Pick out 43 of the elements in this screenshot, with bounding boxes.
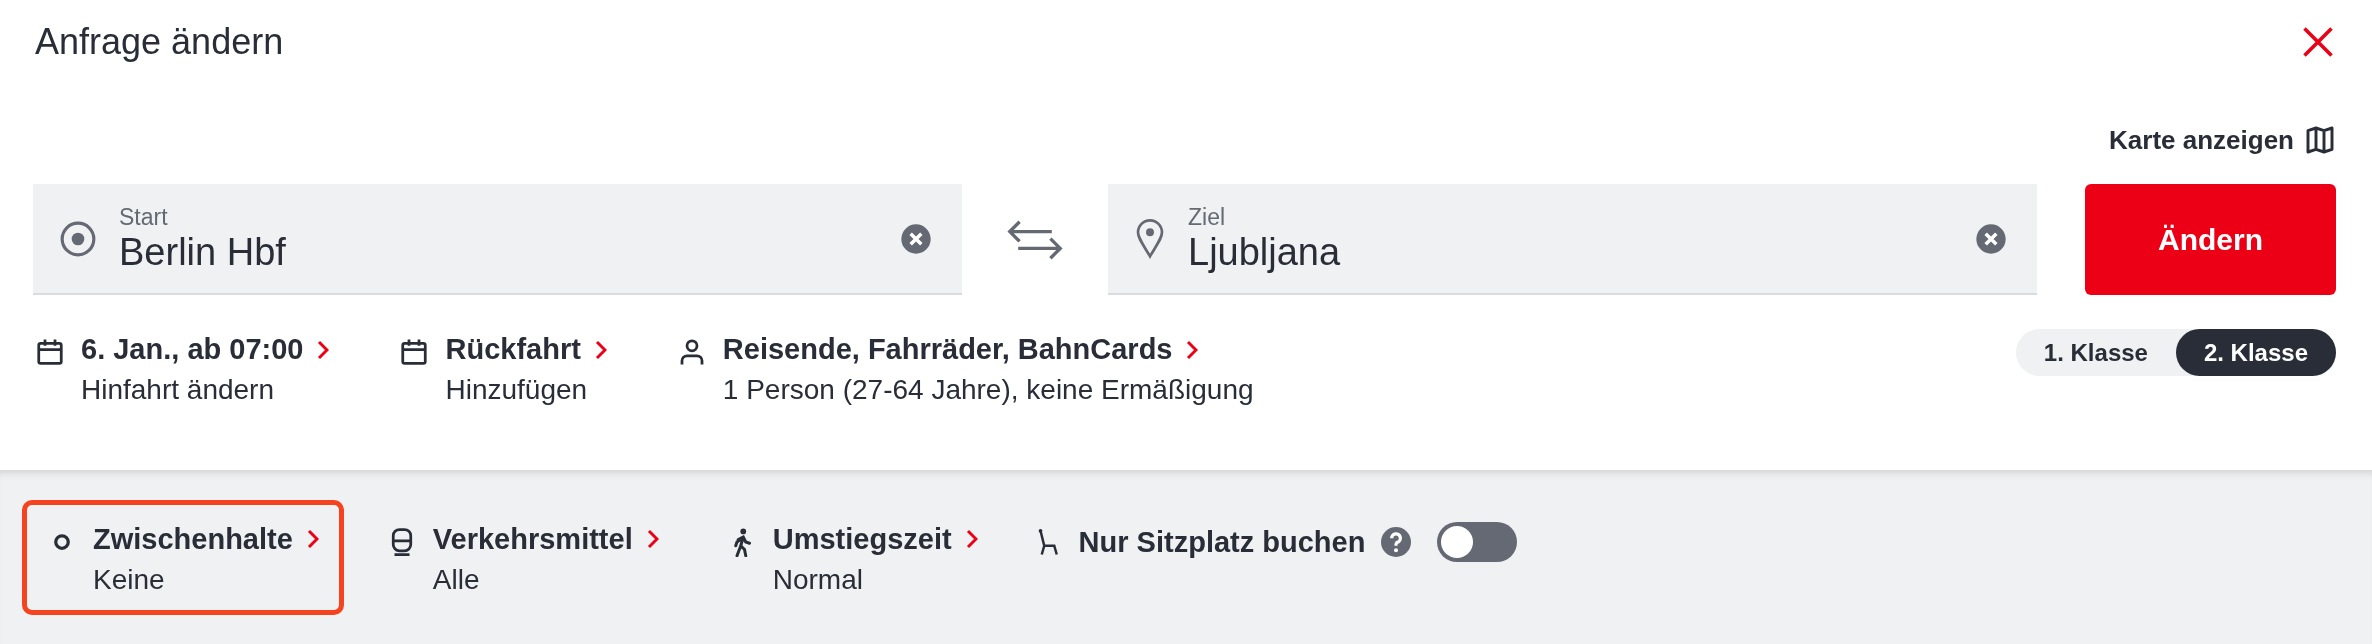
target-icon [59,219,97,258]
chevron-icon [646,529,659,549]
filter-value: Keine [93,563,166,596]
option-value: Hinfahrt ändern [81,374,275,406]
seat-only-label: Nur Sitzplatz buchen [1078,525,1366,559]
option-link[interactable]: Rückfahrt [445,333,607,366]
option-link[interactable]: 6. Jan., ab 07:00 [81,333,330,366]
dialog-title: Anfrage ändern [35,21,284,63]
option-value: 1 Person (27-64 Jahre), keine Ermäßigung [722,374,1254,406]
highlighted-filter[interactable]: Zwischenhalte Keine [22,499,344,615]
help-icon[interactable] [1381,527,1412,557]
chevron-icon [306,529,319,549]
option-value: Hinzufügen [445,374,589,406]
filter-item[interactable]: Umstiegszeit Normal [701,499,1003,615]
field-label: Start [119,203,169,231]
filter-title: Verkehrsmittel [432,522,659,556]
swap-icon[interactable] [1007,218,1063,261]
show-map-link[interactable]: Karte anzeigen [2109,124,2336,156]
chevron-icon [594,339,607,360]
calendar-icon [35,337,65,367]
filter-title: Umstiegszeit [772,522,978,556]
filter-title: Zwischenhalte [93,522,319,556]
calendar-icon [399,337,430,367]
chevron-icon [1186,339,1199,360]
field-label: Ziel [1188,203,1227,231]
class-tab[interactable]: 1. Klasse [2015,329,2176,376]
start-field[interactable]: Start Berlin Hbf [33,184,962,295]
filter-value: Alle [432,563,481,596]
filter-item[interactable]: Verkehrsmittel Alle [361,499,684,615]
filter-value: Normal [772,563,864,596]
class-tab[interactable]: 2. Klasse [2175,329,2336,376]
clear-icon[interactable] [1975,222,2007,255]
change-button[interactable]: Ändern [2085,184,2336,295]
map-icon [2304,124,2336,156]
option-link[interactable]: Reisende, Fahrräder, BahnCards [722,333,1254,366]
clear-icon[interactable] [900,222,932,255]
chevron-icon [317,339,330,360]
field-value: Ljubljana [1188,230,1342,274]
field-value: Berlin Hbf [119,230,287,274]
destination-field[interactable]: Ziel Ljubljana [1108,184,2037,295]
toggle-switch[interactable] [1437,522,1518,562]
chevron-icon [965,529,978,549]
location-pin-icon [1134,217,1166,260]
